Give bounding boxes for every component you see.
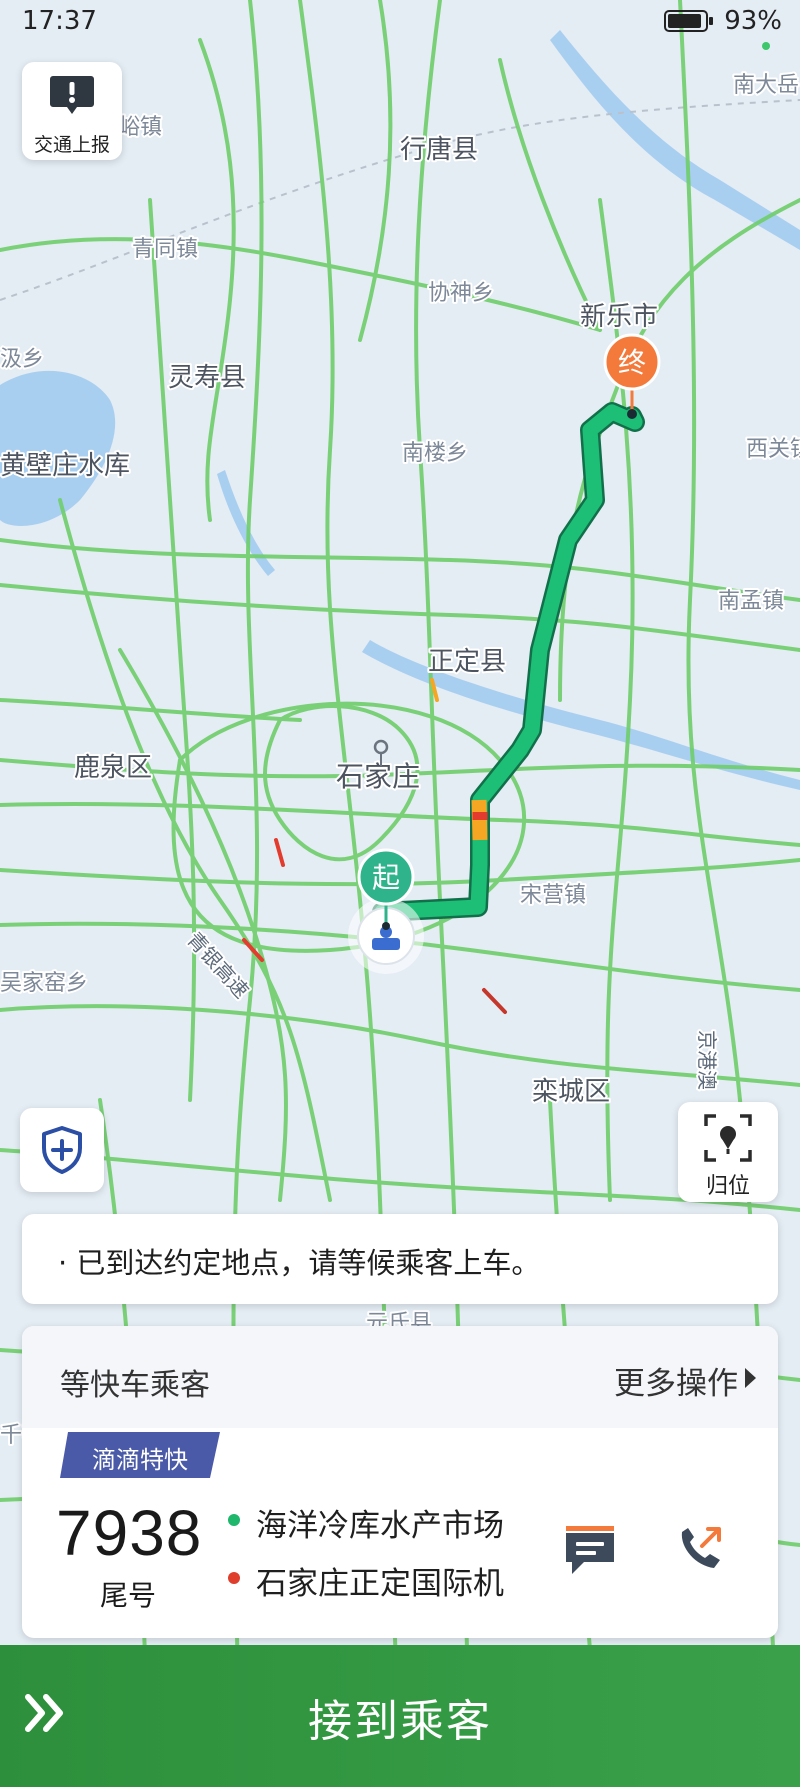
map-label: 南孟镇: [718, 589, 784, 614]
more-actions-button[interactable]: 更多操作: [614, 1358, 738, 1403]
map-label: 黄壁庄水库: [0, 451, 130, 481]
traffic-report-label: 交通上报: [33, 134, 110, 156]
map-label: 宋营镇: [520, 883, 586, 908]
map-label: 吴家窑乡: [0, 971, 88, 996]
safety-center-button[interactable]: [20, 1108, 104, 1192]
arrival-notice-text: · 已到达约定地点，请等候乘客上车。: [58, 1246, 541, 1280]
map-label: 西关镇: [746, 437, 800, 462]
phone-tail-label: 尾号: [100, 1579, 157, 1612]
status-bar: 17:37 93%: [0, 0, 800, 50]
phone-tail-number: 7938: [56, 1497, 203, 1569]
map-label: 南楼乡: [402, 441, 468, 466]
map-label: 协神乡: [428, 281, 494, 306]
pickup-dot-icon: [228, 1514, 240, 1526]
battery-percentage: 93%: [724, 6, 782, 36]
map-label: 新乐市: [580, 302, 658, 332]
service-tag-label: 滴滴特快: [92, 1446, 188, 1474]
recenter-label: 归位: [705, 1174, 750, 1199]
exclamation-bubble-icon: [50, 76, 94, 114]
map-label: 正定县: [428, 647, 506, 677]
end-marker-label: 终: [618, 346, 646, 379]
recenter-button[interactable]: 归位: [678, 1102, 778, 1202]
pickup-passenger-button[interactable]: 接到乘客: [0, 1645, 800, 1787]
map-label: 行唐县: [400, 135, 478, 165]
chevron-right-icon[interactable]: [745, 1368, 756, 1388]
map-label: 京港澳: [695, 1030, 719, 1090]
ride-header: 等快车乘客 更多操作: [22, 1326, 778, 1428]
map-label: 灵寿县: [168, 363, 246, 393]
map-label: 汲乡: [0, 347, 44, 372]
battery-level: [668, 14, 701, 28]
service-tag: 滴滴特快: [60, 1432, 220, 1478]
status-time: 17:37: [22, 6, 97, 36]
ride-status-title: 等快车乘客: [60, 1368, 210, 1403]
shield-plus-icon: [42, 1126, 82, 1174]
map-label: 青同镇: [132, 237, 198, 262]
start-marker-label: 起: [372, 861, 400, 894]
map-label: 南大岳: [733, 73, 799, 98]
phone-call-icon[interactable]: [672, 1522, 728, 1578]
start-marker[interactable]: 起: [348, 848, 424, 974]
message-icon[interactable]: [562, 1522, 618, 1578]
pickup-passenger-label: 接到乘客: [308, 1696, 492, 1747]
ride-info-card: 等快车乘客 更多操作 滴滴特快 7938 尾号 海洋冷库水产市场 石家庄正定国际…: [22, 1326, 778, 1638]
notification-dot: [762, 42, 770, 50]
battery-icon: [664, 10, 713, 32]
locate-pin-icon: [704, 1114, 752, 1162]
pickup-location-text: 海洋冷库水产市场: [256, 1508, 504, 1544]
map-label: 鹿泉区: [74, 753, 152, 783]
dropoff-dot-icon: [228, 1572, 240, 1584]
map-label: 峪镇: [118, 115, 162, 140]
map-label: 石家庄: [336, 760, 420, 793]
map-label: 栾城区: [532, 1077, 610, 1107]
traffic-report-button[interactable]: 交通上报: [22, 62, 122, 160]
dropoff-location-text: 石家庄正定国际机: [256, 1566, 504, 1602]
arrival-notice: · 已到达约定地点，请等候乘客上车。: [22, 1214, 778, 1304]
